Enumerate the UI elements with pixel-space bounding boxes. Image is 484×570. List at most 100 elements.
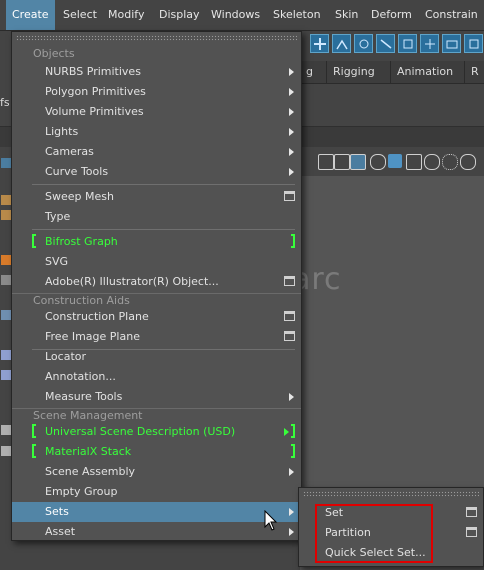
grid-icon[interactable] xyxy=(318,154,334,170)
menu-item-annotation[interactable]: Annotation... xyxy=(12,367,301,387)
skin-weights-icon[interactable] xyxy=(420,34,439,53)
submenu-item-set[interactable]: Set xyxy=(299,503,483,523)
menu-item-label: MaterialX Stack xyxy=(45,445,132,458)
menu-item-label: Scene Assembly xyxy=(45,465,136,478)
menu-item-curve-tools[interactable]: Curve Tools xyxy=(12,162,301,182)
menu-item-svg[interactable]: SVG xyxy=(12,252,301,272)
menu-select[interactable]: Select xyxy=(57,0,103,30)
submenu-arrow-icon xyxy=(289,108,294,116)
cluster-icon[interactable] xyxy=(442,34,461,53)
menu-item-free-image-plane[interactable]: Free Image Plane xyxy=(12,327,301,347)
option-box-icon[interactable] xyxy=(466,507,477,517)
menu-modify[interactable]: Modify xyxy=(102,0,150,30)
annotation-icon xyxy=(1,370,11,380)
tab-partial[interactable]: g xyxy=(300,61,319,83)
menu-item-measure-tools[interactable]: Measure Tools xyxy=(12,387,301,407)
textured-icon[interactable] xyxy=(424,154,440,170)
section-objects: Objects xyxy=(33,47,75,60)
rig-tool-icon[interactable] xyxy=(310,34,329,53)
option-box-icon[interactable] xyxy=(284,331,295,341)
section-construction-aids: Construction Aids xyxy=(12,293,301,307)
tab-rigging[interactable]: Rigging xyxy=(326,61,381,83)
shelf-tabs: g Rigging Animation R xyxy=(300,61,484,84)
menu-item-label: Sweep Mesh xyxy=(45,190,114,203)
menu-item-label: Free Image Plane xyxy=(45,330,140,343)
menu-display[interactable]: Display xyxy=(153,0,206,30)
menu-create[interactable]: Create xyxy=(6,0,55,30)
submenu-arrow-icon xyxy=(289,508,294,516)
submenu-arrow-icon xyxy=(289,148,294,156)
smooth-shade-icon[interactable] xyxy=(388,154,402,168)
menu-item-label: Curve Tools xyxy=(45,165,109,178)
lighting-icon[interactable] xyxy=(442,154,458,170)
submenu-arrow-icon xyxy=(289,128,294,136)
tear-off-handle[interactable] xyxy=(303,491,479,497)
plugin-bracket-right-icon xyxy=(291,234,295,248)
sets-submenu: Set Partition Quick Select Set... xyxy=(298,487,484,567)
menu-item-sets[interactable]: Sets xyxy=(12,502,301,522)
menu-item-label: Volume Primitives xyxy=(45,105,144,118)
option-box-icon[interactable] xyxy=(284,311,295,321)
menu-item-label: Measure Tools xyxy=(45,390,123,403)
menu-deform[interactable]: Deform xyxy=(365,0,418,30)
menu-item-label: Lights xyxy=(45,125,79,138)
shadows-icon[interactable] xyxy=(460,154,476,170)
menu-item-label: Universal Scene Description (USD) xyxy=(45,425,236,438)
menu-item-lights[interactable]: Lights xyxy=(12,122,301,142)
menu-item-label: Cameras xyxy=(45,145,94,158)
menu-item-label: Quick Select Set... xyxy=(325,546,426,559)
option-box-icon[interactable] xyxy=(284,276,295,286)
menu-item-bifrost-graph[interactable]: Bifrost Graph xyxy=(12,232,301,252)
submenu-item-quick-select-set[interactable]: Quick Select Set... xyxy=(299,543,483,563)
menu-skeleton[interactable]: Skeleton xyxy=(267,0,327,30)
wireframe-icon[interactable] xyxy=(370,154,386,170)
select-tool-icon[interactable] xyxy=(1,158,11,168)
menu-item-construction-plane[interactable]: Construction Plane xyxy=(12,307,301,327)
create-menu: Objects NURBS Primitives Polygon Primiti… xyxy=(11,31,302,541)
menu-item-label: Partition xyxy=(325,526,371,539)
menu-item-label: Locator xyxy=(45,350,87,363)
menu-item-adobe-illustrator-object[interactable]: Adobe(R) Illustrator(R) Object... xyxy=(12,272,301,292)
plugin-bracket-right-icon xyxy=(291,444,295,458)
menu-item-locator[interactable]: Locator xyxy=(12,347,301,367)
option-box-icon[interactable] xyxy=(466,527,477,537)
film-gate-icon[interactable] xyxy=(334,154,350,170)
shelf-icon-row xyxy=(300,31,484,59)
menu-skin[interactable]: Skin xyxy=(329,0,364,30)
illustrator-icon xyxy=(1,275,11,285)
menu-item-label: SVG xyxy=(45,255,69,268)
tab-partial-right[interactable]: R xyxy=(464,61,484,83)
menu-item-usd[interactable]: Universal Scene Description (USD) xyxy=(12,422,301,442)
materialx-icon xyxy=(1,446,11,456)
menu-item-polygon-primitives[interactable]: Polygon Primitives xyxy=(12,82,301,102)
usd-icon xyxy=(1,425,11,435)
ik-handle-icon[interactable] xyxy=(354,34,373,53)
menu-constrain[interactable]: Constrain xyxy=(419,0,484,30)
svg-icon xyxy=(1,255,11,265)
menu-item-volume-primitives[interactable]: Volume Primitives xyxy=(12,102,301,122)
menu-windows[interactable]: Windows xyxy=(205,0,266,30)
menu-item-sweep-mesh[interactable]: Sweep Mesh xyxy=(12,187,301,207)
menu-item-nurbs-primitives[interactable]: NURBS Primitives xyxy=(12,62,301,82)
joint-tool-icon[interactable] xyxy=(332,34,351,53)
bind-skin-icon[interactable] xyxy=(398,34,417,53)
option-box-icon[interactable] xyxy=(284,191,295,201)
wireframe-on-shaded-icon[interactable] xyxy=(406,154,422,170)
mouse-cursor-icon xyxy=(264,509,278,535)
camera-attr-icon[interactable] xyxy=(350,154,366,170)
submenu-arrow-icon xyxy=(289,68,294,76)
menu-item-materialx-stack[interactable]: MaterialX Stack xyxy=(12,442,301,462)
tear-off-handle[interactable] xyxy=(16,35,297,41)
menu-item-empty-group[interactable]: Empty Group xyxy=(12,482,301,502)
submenu-item-partition[interactable]: Partition xyxy=(299,523,483,543)
menu-item-cameras[interactable]: Cameras xyxy=(12,142,301,162)
menu-item-label: Sets xyxy=(45,505,69,518)
ik-spline-icon[interactable] xyxy=(376,34,395,53)
menu-item-scene-assembly[interactable]: Scene Assembly xyxy=(12,462,301,482)
menu-item-type[interactable]: Type xyxy=(12,207,301,227)
menu-item-asset[interactable]: Asset xyxy=(12,522,301,542)
tab-animation[interactable]: Animation xyxy=(390,61,459,83)
lattice-icon[interactable] xyxy=(464,34,483,53)
plugin-bracket-left-icon xyxy=(32,424,36,438)
construction-plane-icon xyxy=(1,310,11,320)
